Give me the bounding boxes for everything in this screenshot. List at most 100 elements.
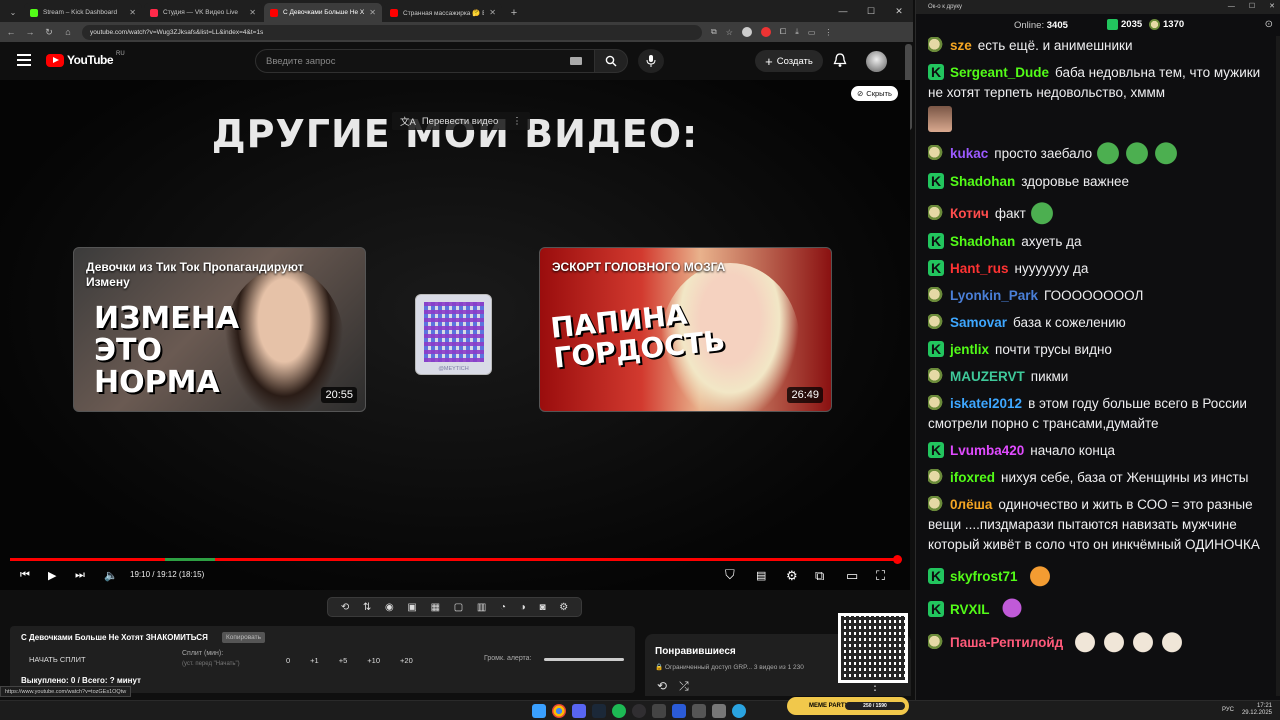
shuffle-icon[interactable]: ⤮ <box>679 679 689 694</box>
gear-icon[interactable]: ⚙ <box>559 602 568 613</box>
chat-username[interactable]: sze <box>950 38 972 53</box>
close-icon[interactable]: ✕ <box>369 8 376 17</box>
minimize-button[interactable]: — <box>829 0 857 22</box>
keyboard-icon[interactable] <box>570 57 582 65</box>
miniplayer-icon[interactable]: ⧉ <box>815 568 824 584</box>
avatar[interactable] <box>866 51 887 72</box>
chat-username[interactable]: MAUZERVT <box>950 369 1025 384</box>
menu-icon[interactable]: ⋮ <box>824 28 832 37</box>
home-icon[interactable]: ⌂ <box>63 27 73 37</box>
app-icon[interactable] <box>692 704 706 718</box>
bookmark-star-icon[interactable]: ☆ <box>726 28 733 37</box>
chat-username[interactable]: skyfrost71 <box>950 569 1018 584</box>
frames-icon[interactable]: ▥ <box>477 602 486 613</box>
add-10-button[interactable]: +10 <box>367 656 380 665</box>
windows-start-icon[interactable] <box>532 704 546 718</box>
screenshot-icon[interactable]: ◙ <box>539 602 545 613</box>
chat-scrollbar[interactable] <box>1276 36 1280 696</box>
channel-qr-card[interactable]: @MEYTICH <box>415 294 492 375</box>
chat-username[interactable]: Паша-Рептилойд <box>950 635 1063 650</box>
reload-icon[interactable]: ↻ <box>44 27 54 38</box>
chat-username[interactable]: ifoxred <box>950 470 995 485</box>
theater-mode-icon[interactable]: ▭ <box>846 568 858 584</box>
chat-username[interactable]: Shadohan <box>950 174 1015 189</box>
sidebar-icon[interactable]: ▭ <box>808 28 816 37</box>
chat-username[interactable]: Sergeant_Dude <box>950 65 1049 80</box>
tab-youtube[interactable]: Странная массажирка 🤔 Вид ✕ <box>384 3 502 22</box>
forward-icon[interactable]: → <box>25 27 35 37</box>
chat-username[interactable]: iskatel2012 <box>950 396 1022 411</box>
chat-username[interactable]: 0лёша <box>950 497 992 512</box>
search-button[interactable] <box>594 49 628 73</box>
chat-username[interactable]: Котич <box>950 206 989 221</box>
search-input[interactable]: Введите запрос <box>255 49 595 73</box>
new-tab-button[interactable]: + <box>506 3 522 22</box>
close-window-button[interactable]: ✕ <box>885 0 913 22</box>
video-player[interactable]: ДРУГИЕ МОИ ВИДЕО: 文A Перевести видео ⋮ ⊘… <box>0 80 910 590</box>
add-1-button[interactable]: +1 <box>310 656 319 665</box>
settings-gear-icon[interactable]: ⚙ <box>786 568 798 584</box>
volume-icon[interactable]: 🔈 <box>104 569 118 582</box>
hide-endscreen-button[interactable]: ⊘ Скрыть <box>851 86 898 101</box>
endscreen-video-card[interactable]: Девочки из Тик Ток Пропагандируют Измену… <box>73 247 366 412</box>
camera-icon[interactable]: ▣ <box>407 602 416 613</box>
close-icon[interactable]: ✕ <box>489 8 496 17</box>
brightness-icon[interactable]: ◑ <box>520 602 526 613</box>
obs-icon[interactable] <box>632 704 646 718</box>
tab-search-icon[interactable]: ⌄ <box>8 8 18 17</box>
chat-username[interactable]: Samovar <box>950 315 1007 330</box>
hamburger-menu-icon[interactable] <box>17 54 31 66</box>
repeat-icon[interactable]: ⟲ <box>657 679 667 694</box>
telegram-icon[interactable] <box>732 704 746 718</box>
gear-icon[interactable]: ⊙ <box>1265 19 1273 30</box>
clock[interactable]: 17:21 29.12.2025 <box>1242 703 1272 717</box>
app-icon[interactable] <box>712 704 726 718</box>
speed-icon[interactable]: ◔ <box>500 602 506 613</box>
alert-volume-slider[interactable] <box>544 658 624 661</box>
seek-bar[interactable] <box>10 555 902 564</box>
language-indicator[interactable]: РУС <box>1222 707 1234 713</box>
minimize-button[interactable]: — <box>1228 0 1235 14</box>
copy-button[interactable]: Копировать <box>222 632 265 643</box>
add-20-button[interactable]: +20 <box>400 656 413 665</box>
close-icon[interactable]: ✕ <box>249 8 256 17</box>
calendar-icon[interactable]: ▦ <box>431 602 440 613</box>
translate-video-button[interactable]: 文A Перевести видео ⋮ <box>392 112 530 130</box>
url-field[interactable]: youtube.com/watch?v=Wug3ZJksafs&list=LL&… <box>82 24 702 40</box>
chat-username[interactable]: RVXIL <box>950 602 990 617</box>
start-split-button[interactable]: НАЧАТЬ СПЛИТ <box>29 655 86 664</box>
app-icon[interactable] <box>652 704 666 718</box>
puzzle-icon[interactable]: ⧠ <box>780 27 786 37</box>
profile-dot-icon[interactable] <box>741 27 752 37</box>
chat-username[interactable]: Lyonkin_Park <box>950 288 1038 303</box>
loop-icon[interactable]: ⟲ <box>341 602 349 613</box>
notifications-bell-icon[interactable] <box>833 53 847 68</box>
tab-vk[interactable]: Студия — VK Видео Live ✕ <box>144 3 262 22</box>
play-icon[interactable]: ▶ <box>48 569 56 582</box>
maximize-button[interactable]: ☐ <box>857 0 885 22</box>
media-icon[interactable] <box>672 704 686 718</box>
next-icon[interactable]: ⏭ <box>75 569 85 582</box>
back-icon[interactable]: ← <box>6 27 16 37</box>
endscreen-video-card[interactable]: ЭСКОРТ ГОЛОВНОГО МОЗГА ПАПИНА ГОРДОСТЬ 2… <box>539 247 832 412</box>
fullscreen-icon[interactable]: ⛶ <box>876 568 885 584</box>
more-icon[interactable]: ⋮ <box>512 116 522 127</box>
extension-icon[interactable] <box>760 27 771 37</box>
discord-icon[interactable] <box>572 704 586 718</box>
maximize-button[interactable]: ☐ <box>1249 0 1255 14</box>
tab-youtube-active[interactable]: С Девочками Больше Не Хотя ✕ <box>264 3 382 22</box>
close-icon[interactable]: ✕ <box>129 8 136 17</box>
previous-icon[interactable]: ⏮ <box>20 569 30 582</box>
steam-icon[interactable] <box>592 704 606 718</box>
download-icon[interactable]: ⤓ <box>795 27 799 37</box>
youtube-logo[interactable]: YouTube RU <box>46 51 125 67</box>
add-5-button[interactable]: +5 <box>339 656 348 665</box>
playlist-title[interactable]: Понравившиеся <box>655 646 736 657</box>
broadcast-icon[interactable]: ◉ <box>385 602 394 613</box>
voice-search-button[interactable] <box>638 49 664 73</box>
tab-kick[interactable]: Stream – Kick Dashboard ✕ <box>24 3 142 22</box>
chat-username[interactable]: jentlix <box>950 342 989 357</box>
subtitles-icon[interactable]: ▤ <box>756 569 766 582</box>
spotify-icon[interactable] <box>612 704 626 718</box>
install-icon[interactable]: ⧉ <box>711 27 717 37</box>
